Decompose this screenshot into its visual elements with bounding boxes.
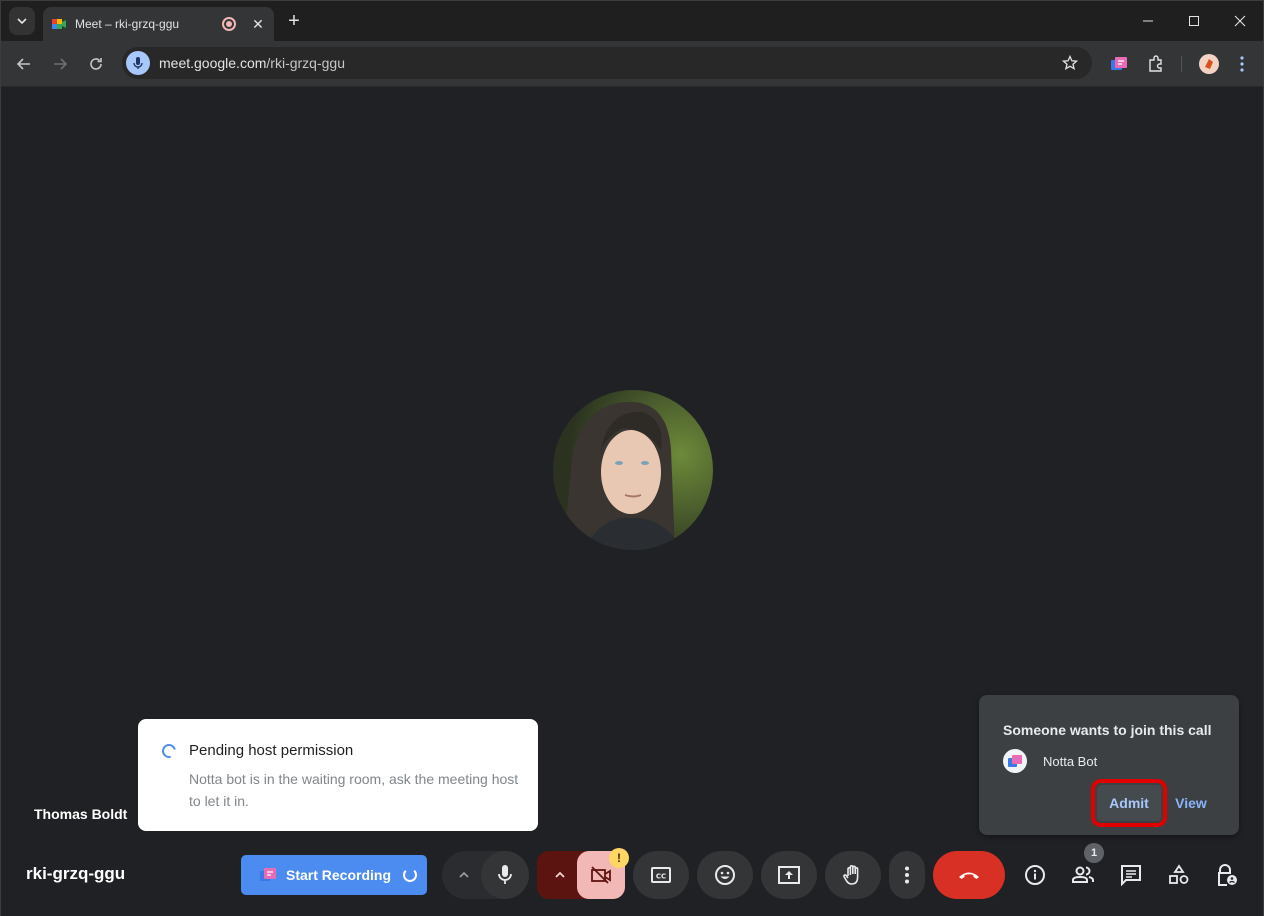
tab-title: Meet – rki-grzq-ggu bbox=[75, 17, 180, 31]
present-icon bbox=[778, 866, 800, 884]
arrow-right-icon bbox=[54, 58, 68, 70]
meeting-details-button[interactable] bbox=[1023, 863, 1047, 887]
loading-spinner-icon bbox=[159, 741, 179, 761]
meeting-stage: Thomas Boldt Pending host permission Not… bbox=[1, 88, 1263, 916]
participant-name-label: Thomas Boldt bbox=[34, 806, 128, 822]
microphone-button[interactable] bbox=[481, 851, 529, 899]
microphone-in-use-icon[interactable] bbox=[126, 51, 150, 75]
tab-close-icon[interactable]: ✕ bbox=[250, 16, 266, 33]
chat-icon bbox=[1121, 865, 1141, 886]
more-vertical-icon bbox=[1240, 56, 1244, 72]
maximize-icon bbox=[1189, 16, 1199, 26]
recording-indicator-icon bbox=[222, 17, 236, 31]
bookmark-star-button[interactable] bbox=[1060, 53, 1080, 73]
browser-toolbar: meet.google.com/rki-grzq-ggu bbox=[1, 41, 1263, 87]
lock-person-icon bbox=[1218, 864, 1237, 886]
chevron-up-icon bbox=[555, 871, 565, 878]
chat-button[interactable] bbox=[1119, 863, 1143, 887]
video-options-button[interactable] bbox=[548, 863, 572, 887]
audio-options-button[interactable] bbox=[452, 863, 476, 887]
activities-button[interactable] bbox=[1167, 863, 1191, 887]
arrow-left-icon bbox=[16, 58, 30, 70]
loading-spinner-icon bbox=[403, 868, 418, 882]
hand-icon bbox=[843, 865, 859, 885]
new-tab-button[interactable]: + bbox=[284, 9, 304, 33]
profile-avatar-icon bbox=[1199, 54, 1219, 74]
notta-extension-icon bbox=[1111, 57, 1127, 70]
emoji-icon bbox=[715, 865, 735, 885]
tab-strip: Meet – rki-grzq-ggu ✕ + bbox=[1, 1, 1263, 41]
join-request-popup: Someone wants to join this call Notta Bo… bbox=[979, 695, 1239, 835]
reload-button[interactable] bbox=[84, 52, 108, 76]
reactions-button[interactable] bbox=[697, 851, 753, 899]
forward-button[interactable] bbox=[48, 52, 72, 76]
notta-logo-icon bbox=[1008, 755, 1022, 767]
more-vertical-icon bbox=[905, 866, 909, 884]
closed-captions-icon: CC bbox=[651, 867, 671, 883]
reload-icon bbox=[90, 58, 102, 70]
minimize-button[interactable] bbox=[1133, 9, 1163, 33]
window-close-button[interactable] bbox=[1225, 9, 1255, 33]
browser-menu-button[interactable] bbox=[1230, 52, 1254, 76]
people-icon bbox=[1072, 866, 1094, 883]
more-options-button[interactable] bbox=[889, 851, 925, 899]
browser-window: Meet – rki-grzq-ggu ✕ + meet.google.com/… bbox=[0, 0, 1264, 916]
requester-name: Notta Bot bbox=[1043, 754, 1098, 769]
people-count-badge: 1 bbox=[1084, 843, 1104, 863]
url-path: /rki-grzq-ggu bbox=[266, 55, 345, 71]
tab-search-button[interactable] bbox=[9, 7, 35, 35]
toolbar-separator bbox=[1181, 56, 1182, 72]
start-recording-label: Start Recording bbox=[286, 867, 392, 883]
view-button[interactable]: View bbox=[1169, 785, 1213, 821]
pending-body: Notta bot is in the waiting room, ask th… bbox=[189, 771, 519, 809]
meet-favicon-icon bbox=[51, 16, 67, 32]
camera-warning-badge: ! bbox=[609, 848, 629, 868]
pending-permission-toast: Pending host permission Notta bot is in … bbox=[138, 719, 538, 831]
leave-call-button[interactable] bbox=[933, 851, 1005, 899]
captions-button[interactable]: CC bbox=[633, 851, 689, 899]
close-icon bbox=[1234, 15, 1246, 27]
start-recording-button[interactable]: Start Recording bbox=[241, 855, 427, 895]
participant-avatar bbox=[553, 390, 713, 550]
minimize-icon bbox=[1143, 20, 1153, 22]
raise-hand-button[interactable] bbox=[825, 851, 881, 899]
hang-up-icon bbox=[959, 872, 979, 879]
url-host: meet.google.com bbox=[159, 55, 267, 71]
svg-text:CC: CC bbox=[656, 873, 666, 881]
microphone-icon bbox=[498, 865, 512, 884]
shapes-icon bbox=[1169, 864, 1189, 884]
admit-button[interactable]: Admit bbox=[1091, 779, 1167, 827]
profile-avatar-button[interactable] bbox=[1197, 52, 1221, 76]
notta-extension-button[interactable] bbox=[1107, 52, 1131, 76]
star-icon bbox=[1062, 55, 1078, 71]
extensions-button[interactable] bbox=[1144, 52, 1168, 76]
chevron-up-icon bbox=[459, 871, 469, 878]
url-text: meet.google.com/rki-grzq-ggu bbox=[159, 55, 345, 71]
camera-off-icon bbox=[591, 866, 611, 884]
join-request-title: Someone wants to join this call bbox=[1003, 722, 1212, 738]
pending-title: Pending host permission bbox=[189, 742, 354, 759]
maximize-button[interactable] bbox=[1179, 9, 1209, 33]
host-controls-button[interactable] bbox=[1215, 863, 1239, 887]
chevron-down-icon bbox=[17, 18, 27, 24]
puzzle-icon bbox=[1149, 55, 1162, 72]
notta-logo-icon bbox=[260, 868, 276, 881]
back-button[interactable] bbox=[12, 52, 36, 76]
info-icon bbox=[1025, 865, 1045, 885]
people-button[interactable] bbox=[1071, 863, 1095, 887]
requester-avatar bbox=[1003, 749, 1027, 773]
meeting-code: rki-grzq-ggu bbox=[26, 864, 126, 883]
tab-meet[interactable]: Meet – rki-grzq-ggu ✕ bbox=[43, 7, 274, 41]
address-bar[interactable]: meet.google.com/rki-grzq-ggu bbox=[122, 47, 1092, 79]
present-screen-button[interactable] bbox=[761, 851, 817, 899]
